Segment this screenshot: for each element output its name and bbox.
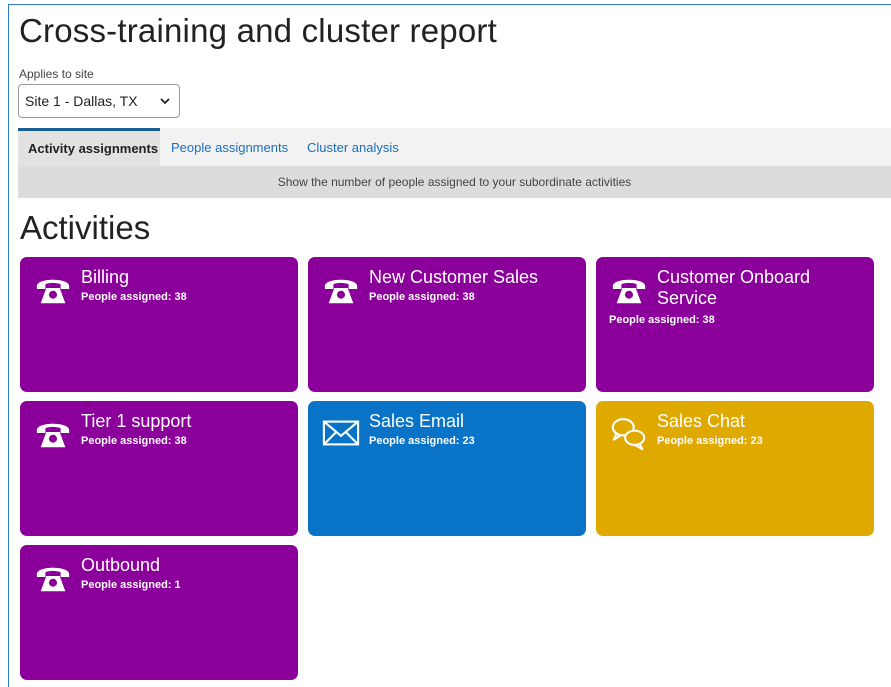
activity-card-sales-email[interactable]: Sales Email People assigned: 23 [308, 401, 586, 536]
tab-cluster-analysis[interactable]: Cluster analysis [297, 128, 409, 166]
tab-bar: Activity assignments People assignments … [18, 128, 891, 166]
activity-card-tier-1-support[interactable]: Tier 1 support People assigned: 38 [20, 401, 298, 536]
chevron-down-icon [160, 98, 170, 105]
activity-name: Outbound [81, 555, 161, 575]
phone-icon [612, 279, 646, 304]
tab-description: Show the number of people assigned to yo… [18, 166, 891, 198]
tab-activity-assignments[interactable]: Activity assignments [18, 128, 160, 166]
activity-card-customer-onboard-service[interactable]: Customer Onboard Service People assigned… [596, 257, 874, 392]
activity-count: People assigned: 38 [81, 435, 187, 447]
site-select-value: Site 1 - Dallas, TX [25, 93, 138, 109]
activity-count: People assigned: 1 [81, 579, 181, 591]
activity-name: Sales Email [369, 411, 465, 431]
activity-name: Billing [81, 267, 130, 287]
activity-card-billing[interactable]: Billing People assigned: 38 [20, 257, 298, 392]
activity-name: New Customer Sales [369, 267, 539, 287]
activity-count: People assigned: 38 [81, 291, 187, 303]
activity-count: People assigned: 23 [369, 435, 475, 447]
site-select[interactable]: Site 1 - Dallas, TX [18, 84, 180, 118]
activity-name: Customer Onboard Service [657, 267, 811, 308]
activity-card-sales-chat[interactable]: Sales Chat People assigned: 23 [596, 401, 874, 536]
phone-icon [324, 279, 358, 304]
activity-count: People assigned: 38 [609, 314, 715, 326]
phone-icon [36, 279, 70, 304]
activity-name: Sales Chat [657, 411, 746, 431]
envelope-icon [322, 420, 360, 446]
phone-icon [36, 567, 70, 592]
activity-count: People assigned: 23 [657, 435, 763, 447]
chat-bubbles-icon [611, 418, 646, 451]
activity-card-outbound[interactable]: Outbound People assigned: 1 [20, 545, 298, 680]
phone-icon [36, 423, 70, 448]
activity-name: Tier 1 support [81, 411, 192, 431]
section-title: Activities [20, 209, 151, 246]
activity-card-new-customer-sales[interactable]: New Customer Sales People assigned: 38 [308, 257, 586, 392]
site-label: Applies to site [19, 67, 94, 81]
tab-people-assignments[interactable]: People assignments [161, 128, 298, 166]
page-title: Cross-training and cluster report [19, 12, 497, 49]
activity-count: People assigned: 38 [369, 291, 475, 303]
